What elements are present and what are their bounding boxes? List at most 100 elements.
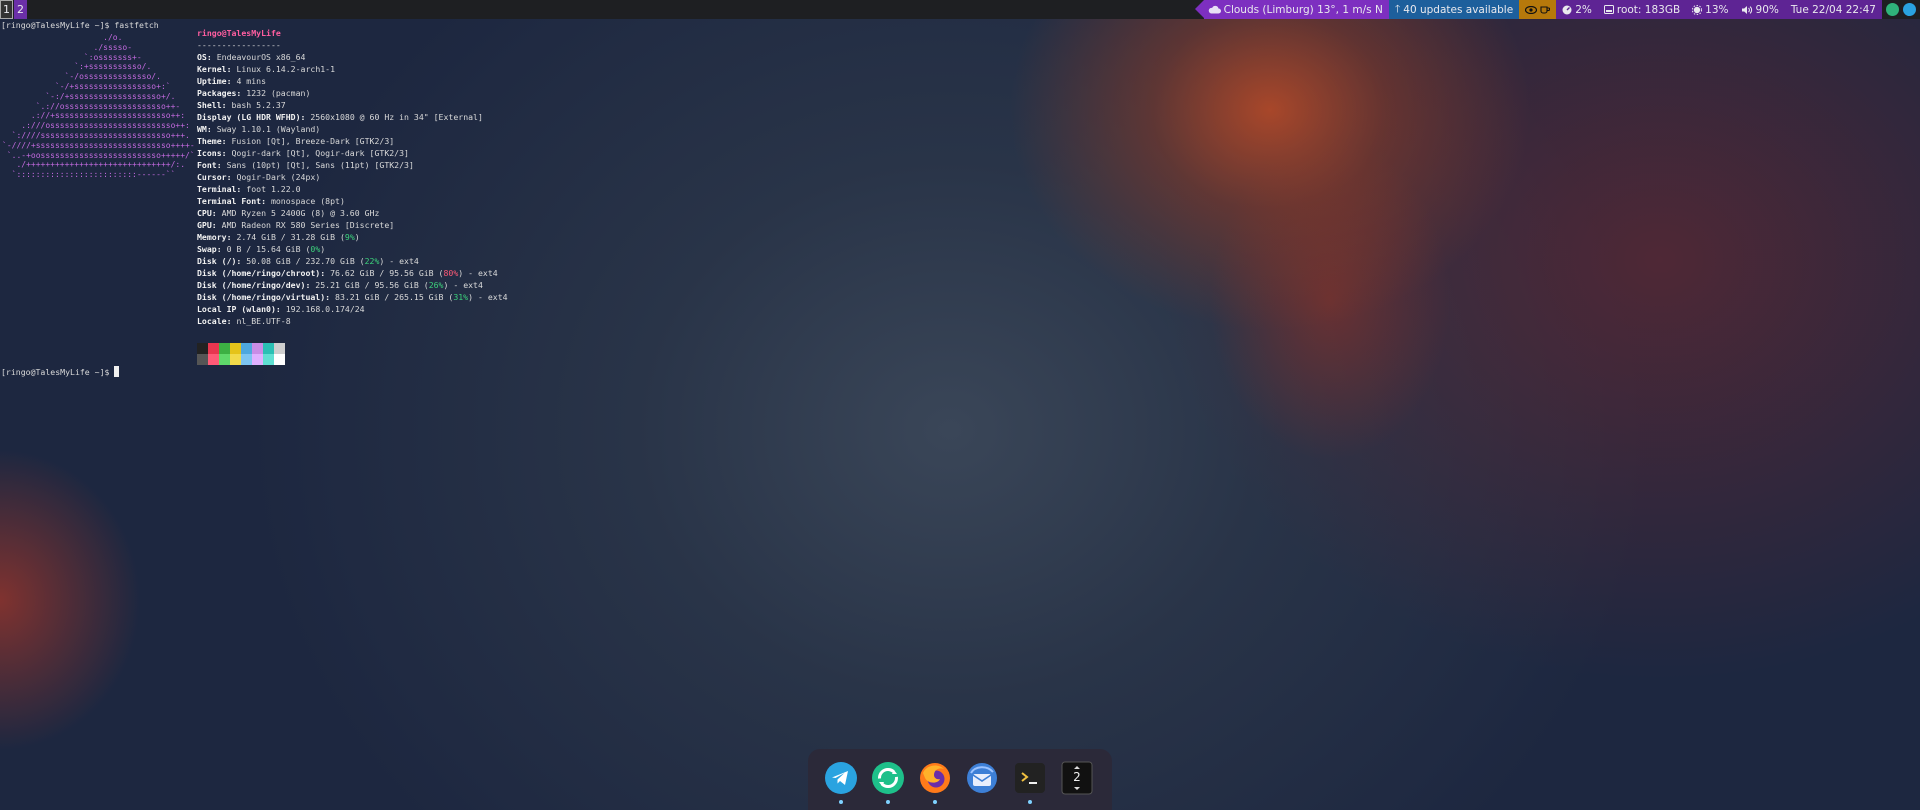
dock-firefox[interactable] xyxy=(918,761,952,804)
info-value-tail: ) xyxy=(354,232,360,242)
workspace-1-button[interactable]: 1 xyxy=(0,0,13,19)
info-value: Qogir-Dark (24px) xyxy=(231,172,321,182)
info-row: OS: EndeavourOS x86_64 xyxy=(197,51,508,63)
workspace-number: 2 xyxy=(1073,770,1081,784)
info-value: bash 5.2.37 xyxy=(226,100,286,110)
info-value: foot 1.22.0 xyxy=(241,184,301,194)
info-key: Shell: xyxy=(197,100,227,110)
dock-terminal[interactable] xyxy=(1013,761,1047,804)
clock-module[interactable]: Tue 22/04 22:47 xyxy=(1785,4,1882,16)
info-value: 50.08 GiB / 232.70 GiB ( xyxy=(241,256,365,266)
firefox-icon xyxy=(920,763,950,793)
dock-telegram[interactable] xyxy=(824,761,858,804)
color-swatch xyxy=(252,343,263,354)
system-tray xyxy=(1882,0,1920,19)
info-row: Disk (/home/ringo/chroot): 76.62 GiB / 9… xyxy=(197,267,508,279)
info-row: Locale: nl_BE.UTF-8 xyxy=(197,315,508,327)
system-info: ringo@TalesMyLife ----------------- OS: … xyxy=(197,27,508,327)
updates-module[interactable]: 🡑 40 updates available xyxy=(1388,0,1520,19)
info-value: Sans (10pt) [Qt], Sans (11pt) [GTK2/3] xyxy=(221,160,414,170)
info-row: Theme: Fusion [Qt], Breeze-Dark [GTK2/3] xyxy=(197,135,508,147)
info-row: Disk (/): 50.08 GiB / 232.70 GiB (22%) -… xyxy=(197,255,508,267)
running-indicator xyxy=(886,800,890,804)
status-modules: 2% root: 183GB 13% 90% Tue 22/04 22:47 xyxy=(1556,0,1882,19)
tray-telegram-icon[interactable] xyxy=(1903,3,1916,16)
info-row: Disk (/home/ringo/virtual): 83.21 GiB / … xyxy=(197,291,508,303)
running-indicator xyxy=(933,800,937,804)
info-key: Packages: xyxy=(197,88,242,98)
info-value: 2.74 GiB / 31.28 GiB ( xyxy=(231,232,345,242)
info-key: Local IP (wlan0): xyxy=(197,304,281,314)
prompt-line[interactable]: [ringo@TalesMyLife ~]$ xyxy=(1,366,120,378)
tray-sync-icon[interactable] xyxy=(1886,3,1899,16)
telegram-icon xyxy=(825,762,857,794)
info-value: EndeavourOS x86_64 xyxy=(211,52,306,62)
info-row: Local IP (wlan0): 192.168.0.174/24 xyxy=(197,303,508,315)
idle-inhibitor-toggle[interactable] xyxy=(1519,0,1557,19)
weather-module[interactable]: Clouds (Limburg) 13°, 1 m/s N xyxy=(1203,0,1389,19)
dock-thunderbird[interactable] xyxy=(965,761,999,795)
dock-workspace-switcher[interactable]: 2 xyxy=(1060,761,1094,795)
color-swatch xyxy=(241,354,252,365)
info-row: CPU: AMD Ryzen 5 2400G (8) @ 3.60 GHz xyxy=(197,207,508,219)
info-key: Disk (/home/ringo/chroot): xyxy=(197,268,326,278)
info-row: Disk (/home/ringo/dev): 25.21 GiB / 95.5… xyxy=(197,279,508,291)
cpu-module[interactable]: 2% xyxy=(1556,4,1598,16)
running-indicator xyxy=(839,800,843,804)
info-key: Terminal: xyxy=(197,184,242,194)
info-row: Terminal Font: monospace (8pt) xyxy=(197,195,508,207)
info-separator: ----------------- xyxy=(197,40,281,50)
endeavouros-logo: ./o. ./sssso- `:osssssss+- `:+ssssssssss… xyxy=(2,33,195,180)
coffee-icon xyxy=(1540,6,1551,14)
workspace-2-button[interactable]: 2 xyxy=(14,0,27,19)
info-value: 1232 (pacman) xyxy=(241,88,311,98)
info-value: AMD Ryzen 5 2400G (8) @ 3.60 GHz xyxy=(216,208,380,218)
info-key: Disk (/home/ringo/dev): xyxy=(197,280,311,290)
dock-sync-app[interactable] xyxy=(871,761,905,804)
color-swatch xyxy=(252,354,263,365)
color-palette xyxy=(197,343,285,365)
running-indicator xyxy=(1028,800,1032,804)
cpu-gauge-icon xyxy=(1562,5,1572,14)
color-swatch xyxy=(219,343,230,354)
updates-text: 40 updates available xyxy=(1403,3,1514,16)
info-key: Icons: xyxy=(197,148,227,158)
info-key: Terminal Font: xyxy=(197,196,267,206)
info-value: nl_BE.UTF-8 xyxy=(231,316,291,326)
info-value: Sway 1.10.1 (Wayland) xyxy=(211,124,321,134)
sync-app-icon xyxy=(872,762,904,794)
usage-percent: 0% xyxy=(310,244,321,254)
info-row: Kernel: Linux 6.14.2-arch1-1 xyxy=(197,63,508,75)
info-row: Uptime: 4 mins xyxy=(197,75,508,87)
info-key: Memory: xyxy=(197,232,232,242)
app-dock: 2 xyxy=(808,749,1112,810)
brightness-module[interactable]: 13% xyxy=(1686,4,1734,16)
weather-text: Clouds (Limburg) 13°, 1 m/s N xyxy=(1223,3,1383,16)
command-line: [ringo@TalesMyLife ~]$ fastfetch xyxy=(1,20,159,30)
disk-module[interactable]: root: 183GB xyxy=(1598,4,1686,16)
info-key: GPU: xyxy=(197,220,217,230)
info-row: WM: Sway 1.10.1 (Wayland) xyxy=(197,123,508,135)
info-row: Terminal: foot 1.22.0 xyxy=(197,183,508,195)
info-key: WM: xyxy=(197,124,212,134)
brightness-icon xyxy=(1692,4,1703,15)
cloud-icon xyxy=(1208,5,1221,14)
info-key: Kernel: xyxy=(197,64,232,74)
usage-percent: 9% xyxy=(344,232,355,242)
color-swatch xyxy=(197,343,208,354)
color-swatch xyxy=(208,343,219,354)
volume-icon xyxy=(1741,5,1752,14)
info-key: Theme: xyxy=(197,136,227,146)
info-value: Linux 6.14.2-arch1-1 xyxy=(231,64,336,74)
volume-module[interactable]: 90% xyxy=(1735,4,1785,16)
info-key: Display (LG HDR WFHD): xyxy=(197,112,306,122)
info-value-tail: ) - ext4 xyxy=(443,280,483,290)
volume-level: 90% xyxy=(1755,3,1779,16)
info-key: Uptime: xyxy=(197,76,232,86)
info-row: Font: Sans (10pt) [Qt], Sans (11pt) [GTK… xyxy=(197,159,508,171)
color-swatch xyxy=(241,343,252,354)
usage-percent: 80% xyxy=(443,268,459,278)
eye-icon xyxy=(1525,5,1538,14)
info-value: monospace (8pt) xyxy=(266,196,345,206)
info-value: 83.21 GiB / 265.15 GiB ( xyxy=(330,292,454,302)
